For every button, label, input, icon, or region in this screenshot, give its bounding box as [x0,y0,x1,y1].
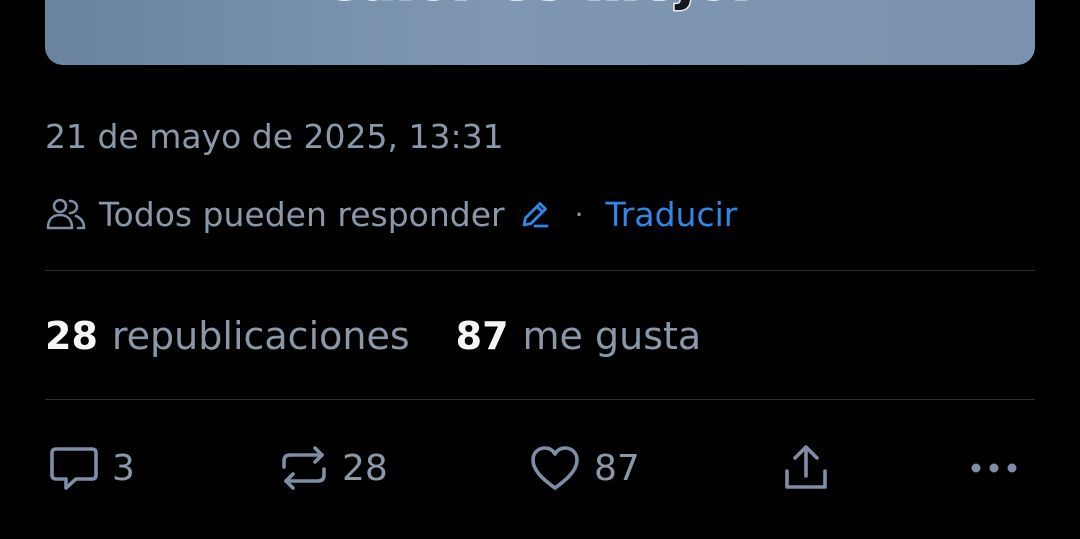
reposts-stat[interactable]: 28 republicaciones [45,314,410,358]
repost-button[interactable]: 28 [278,440,388,496]
likes-stat[interactable]: 87 me gusta [456,314,702,358]
ellipsis-icon [967,458,1021,478]
likes-count: 87 [455,314,509,358]
pencil-icon[interactable] [519,198,551,230]
speech-bubble-icon [48,443,100,493]
likes-label: me gusta [522,314,702,358]
more-options-button[interactable] [967,440,1021,496]
translate-link[interactable]: Traducir [606,195,738,234]
reposts-count: 28 [45,314,98,358]
post-timestamp[interactable]: 21 de mayo de 2025, 13:31 [45,117,504,156]
post-stats: 28 republicaciones 87 me gusta [45,314,701,358]
separator-dot: · [574,197,584,231]
divider [45,399,1035,400]
post-actions: 3 28 87 [45,440,1035,496]
reposts-label: republicaciones [111,314,410,358]
share-button[interactable] [780,440,832,496]
post-image-caption: Calor es mejor [45,0,1035,14]
post-image[interactable]: Calor es mejor [45,0,1035,65]
heart-icon [528,443,582,493]
reply-permission-label: Todos pueden responder [99,194,505,234]
repost-arrows-icon [278,443,330,493]
reply-permission-row: Todos pueden responder · Traducir [45,192,737,236]
divider [45,270,1035,271]
like-button[interactable]: 87 [528,440,640,496]
repost-count: 28 [342,447,388,489]
people-icon [45,196,87,232]
like-count: 87 [594,447,640,489]
reply-button[interactable]: 3 [48,440,135,496]
reply-count: 3 [112,447,135,489]
share-upload-icon [780,442,832,494]
